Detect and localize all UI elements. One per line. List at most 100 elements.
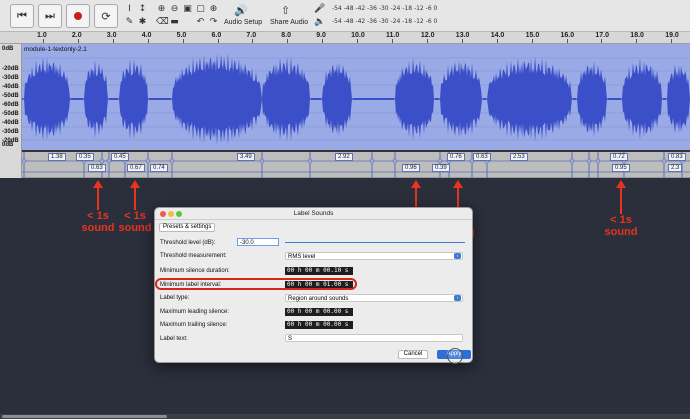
- zoom-in-icon[interactable]: ⊕: [156, 4, 167, 15]
- track-control-panel: 0dB -20dB -30dB -40dB -50dB -60dB -50dB -40dB -3…: [0, 44, 22, 178]
- ruler-tick: 9.0: [316, 32, 326, 39]
- ruler-tick: 2.0: [71, 32, 82, 39]
- arrow-shaft: [134, 188, 136, 210]
- db-scale-label: -50dB: [2, 111, 19, 117]
- ruler-tick-mark: [461, 39, 463, 43]
- close-icon[interactable]: [160, 211, 166, 217]
- threshold-slider[interactable]: [285, 242, 465, 243]
- annotation-arrow: < 1ssound: [113, 180, 157, 234]
- skip-start-icon: ⏮: [17, 9, 27, 22]
- annotation-text-line1: < 1s: [610, 214, 632, 226]
- arrow-head-icon: [453, 180, 463, 188]
- db-scale-label: -20dB: [2, 66, 19, 72]
- threshold-measurement-select[interactable]: RMS level ↕: [285, 252, 463, 260]
- cancel-button[interactable]: Cancel: [398, 350, 428, 359]
- trim-icon[interactable]: ⌫: [156, 17, 169, 28]
- select-tool-icon[interactable]: I: [124, 4, 135, 15]
- toolbar: ⏮ ⏭ ⟳ I ↕ ✎ ✱ ⊕ ⊖ ▣ ▢ ⊕ ⌫ ▬ ↶ ↷ 🔊 Audio …: [0, 0, 690, 32]
- share-audio-label[interactable]: Share Audio: [270, 19, 308, 26]
- ruler-tick: 15.0: [525, 32, 540, 39]
- cursor-highlight: [447, 348, 463, 364]
- share-icon[interactable]: ⇧: [280, 5, 291, 16]
- ruler-tick-mark: [671, 39, 673, 43]
- ruler-tick-mark: [287, 39, 289, 43]
- redo-icon[interactable]: ↷: [208, 17, 219, 28]
- label-box[interactable]: 0.63: [88, 164, 106, 172]
- arrow-head-icon: [616, 180, 626, 188]
- speaker-icon[interactable]: 🔊: [234, 5, 248, 16]
- zoom-icon[interactable]: [176, 211, 182, 217]
- label-box[interactable]: 0.74: [150, 164, 168, 172]
- skip-end-button[interactable]: ⏭: [38, 4, 62, 28]
- ruler-tick-mark: [147, 39, 149, 43]
- threshold-measurement-value: RMS level: [288, 254, 316, 260]
- zoom-toggle-icon[interactable]: ⊕: [208, 4, 219, 15]
- label-text-input[interactable]: S: [285, 334, 463, 342]
- label-box[interactable]: 0.95: [612, 164, 630, 172]
- chevron-updown-icon: ↕: [454, 253, 461, 259]
- record-button[interactable]: [66, 4, 90, 28]
- skip-start-button[interactable]: ⏮: [10, 4, 34, 28]
- label-box[interactable]: 0.83: [668, 153, 686, 161]
- record-meter-icon[interactable]: 🔈: [314, 17, 325, 28]
- label-box[interactable]: 3.49: [237, 153, 255, 161]
- label-box[interactable]: 2.3: [668, 164, 683, 172]
- minimize-icon[interactable]: [168, 211, 174, 217]
- max-leading-silence-label: Maximum leading silence:: [160, 309, 230, 315]
- draw-tool-icon[interactable]: ✎: [124, 17, 135, 28]
- multi-tool-icon[interactable]: ✱: [137, 17, 148, 28]
- label-box[interactable]: 2.53: [510, 153, 528, 161]
- scrollbar-thumb[interactable]: [2, 415, 167, 418]
- ruler-tick: 11.0: [386, 32, 400, 39]
- arrow-head-icon: [130, 180, 140, 188]
- threshold-level-input[interactable]: -30.0: [237, 238, 279, 246]
- ruler-tick: 6.0: [211, 32, 222, 39]
- envelope-tool-icon[interactable]: ↕: [137, 4, 148, 15]
- annotation-text-line1: < 1s: [124, 210, 146, 222]
- max-trailing-silence-input[interactable]: 00 h 00 m 00.00 s: [285, 321, 353, 329]
- ruler-tick: 5.0: [176, 32, 187, 39]
- undo-icon[interactable]: ↶: [195, 17, 206, 28]
- ruler-tick: 8.0: [281, 32, 292, 39]
- ruler-tick: 18.0: [630, 32, 644, 39]
- label-box[interactable]: 0.39: [432, 164, 450, 172]
- clip-name[interactable]: module-1-textonly-2.1: [24, 46, 87, 53]
- ruler-tick-mark: [601, 39, 603, 43]
- min-silence-input[interactable]: 00 h 00 m 00.10 s: [285, 267, 353, 275]
- label-box[interactable]: 0.76: [447, 153, 465, 161]
- db-scale-label: -50dB: [2, 93, 19, 99]
- label-box[interactable]: 0.96: [402, 164, 420, 172]
- playback-meter-scale[interactable]: -54 -48 -42 -36 -30 -24 -18 -12 -6 0: [332, 5, 437, 12]
- label-box[interactable]: 0.45: [111, 153, 129, 161]
- waveform-area[interactable]: [22, 44, 690, 152]
- label-type-select[interactable]: Region around sounds ↕: [285, 294, 463, 302]
- presets-button[interactable]: Presets & settings: [159, 223, 216, 232]
- audio-setup-label[interactable]: Audio Setup: [224, 19, 262, 26]
- label-box[interactable]: 0.72: [610, 153, 628, 161]
- db-scale-label: -40dB: [2, 120, 19, 126]
- record-icon: [74, 12, 82, 20]
- arrow-shaft: [620, 188, 622, 214]
- ruler-tick-mark: [322, 39, 324, 43]
- max-leading-silence-input[interactable]: 00 h 00 m 00.00 s: [285, 308, 353, 316]
- silence-icon[interactable]: ▬: [169, 17, 180, 28]
- label-box[interactable]: 2.92: [335, 153, 353, 161]
- ruler-tick-mark: [112, 39, 114, 43]
- threshold-measurement-label: Threshold measurement:: [160, 253, 227, 259]
- loop-button[interactable]: ⟳: [94, 4, 118, 28]
- fit-project-icon[interactable]: ▢: [195, 4, 206, 15]
- fit-selection-icon[interactable]: ▣: [182, 4, 193, 15]
- label-box[interactable]: 0.35: [76, 153, 94, 161]
- min-label-interval-highlight: [155, 278, 357, 290]
- play-meter-icon[interactable]: 🎤: [314, 4, 325, 15]
- max-trailing-silence-label: Maximum trailing silence:: [160, 322, 228, 328]
- ruler-tick-mark: [43, 39, 44, 43]
- timeline-ruler[interactable]: 1.0 2.0 3.0 4.0 5.0 6.0 7.0 8.0 9.0 10.0 11.0 12.0 1…: [0, 32, 690, 44]
- ruler-tick-mark: [357, 39, 359, 43]
- label-box[interactable]: 0.67: [127, 164, 145, 172]
- label-box[interactable]: 0.63: [473, 153, 491, 161]
- record-meter-scale[interactable]: -54 -48 -42 -36 -30 -24 -18 -12 -6 0: [332, 18, 437, 25]
- label-box[interactable]: 1.38: [48, 153, 66, 161]
- zoom-out-icon[interactable]: ⊖: [169, 4, 180, 15]
- ruler-tick-mark: [252, 39, 254, 43]
